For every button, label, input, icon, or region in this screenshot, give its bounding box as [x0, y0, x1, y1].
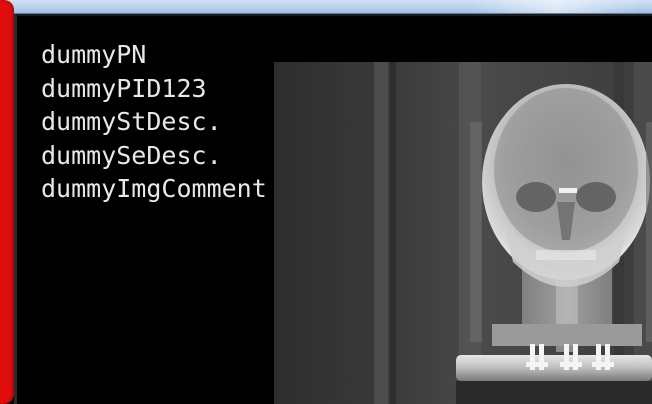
overlay-patient-id: dummyPID123 [41, 73, 207, 103]
left-red-panel-edge [0, 0, 14, 404]
title-bar-highlight [470, 0, 640, 13]
xray-skull-image [274, 62, 652, 404]
dicom-overlay-text: dummyPN dummyPID123 dummyStDesc. dummySe… [41, 38, 267, 206]
image-viewer-window: dummyPN dummyPID123 dummyStDesc. dummySe… [0, 0, 652, 404]
overlay-image-comment: dummyImgComment [41, 174, 267, 203]
overlay-patient-name: dummyPN [41, 40, 147, 69]
overlay-series-description: dummySeDesc. [41, 140, 222, 170]
overlay-study-description: dummyStDesc. [41, 107, 222, 136]
window-title-bar [0, 0, 652, 14]
